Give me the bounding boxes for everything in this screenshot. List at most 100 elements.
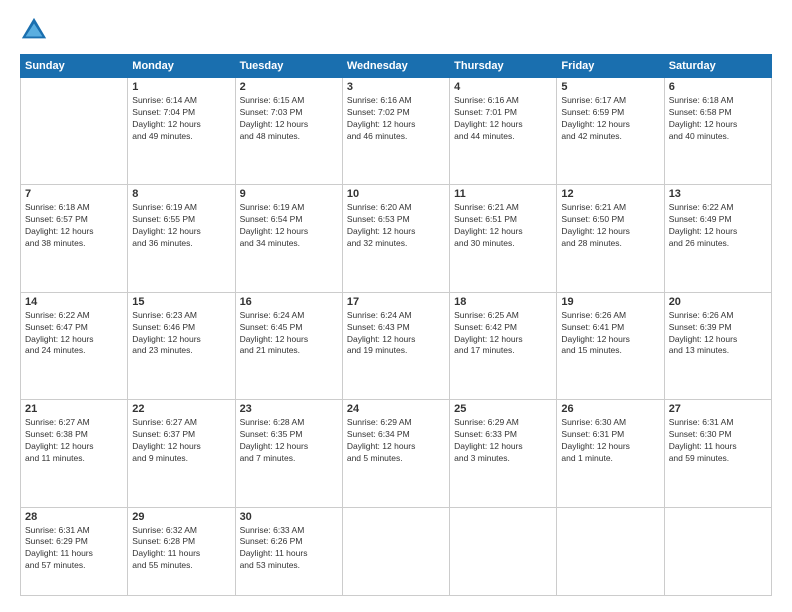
calendar-week-row: 21 Sunrise: 6:27 AM Sunset: 6:38 PM Dayli… bbox=[21, 400, 772, 507]
calendar-cell: 27 Sunrise: 6:31 AM Sunset: 6:30 PM Dayli… bbox=[664, 400, 771, 507]
calendar-cell: 20 Sunrise: 6:26 AM Sunset: 6:39 PM Dayli… bbox=[664, 292, 771, 399]
day-number: 27 bbox=[669, 403, 767, 415]
day-number: 1 bbox=[132, 81, 230, 93]
day-number: 22 bbox=[132, 403, 230, 415]
calendar-cell: 9 Sunrise: 6:19 AM Sunset: 6:54 PM Daylig… bbox=[235, 185, 342, 292]
day-number: 30 bbox=[240, 511, 338, 523]
calendar-cell: 14Sunrise: 6:22 AM Sunset: 6:47 PM Dayli… bbox=[21, 292, 128, 399]
day-number: 18 bbox=[454, 296, 552, 308]
weekday-header: Monday bbox=[128, 55, 235, 78]
calendar-week-row: 7 Sunrise: 6:18 AM Sunset: 6:57 PM Daylig… bbox=[21, 185, 772, 292]
weekday-header-row: SundayMondayTuesdayWednesdayThursdayFrid… bbox=[21, 55, 772, 78]
day-number: 5 bbox=[561, 81, 659, 93]
cell-content: Sunrise: 6:16 AM Sunset: 7:01 PM Dayligh… bbox=[454, 95, 552, 143]
cell-content: Sunrise: 6:16 AM Sunset: 7:02 PM Dayligh… bbox=[347, 95, 445, 143]
cell-content: Sunrise: 6:27 AM Sunset: 6:37 PM Dayligh… bbox=[132, 417, 230, 465]
cell-content: Sunrise: 6:19 AM Sunset: 6:54 PM Dayligh… bbox=[240, 202, 338, 250]
day-number: 21 bbox=[25, 403, 123, 415]
day-number: 9 bbox=[240, 188, 338, 200]
calendar-cell bbox=[664, 507, 771, 596]
calendar-cell bbox=[557, 507, 664, 596]
logo bbox=[20, 16, 52, 44]
calendar-cell: 6Sunrise: 6:18 AM Sunset: 6:58 PM Daylig… bbox=[664, 78, 771, 185]
calendar-cell: 18 Sunrise: 6:25 AM Sunset: 6:42 PM Dayli… bbox=[450, 292, 557, 399]
cell-content: Sunrise: 6:29 AM Sunset: 6:34 PM Dayligh… bbox=[347, 417, 445, 465]
weekday-header: Sunday bbox=[21, 55, 128, 78]
day-number: 13 bbox=[669, 188, 767, 200]
day-number: 7 bbox=[25, 188, 123, 200]
weekday-header: Saturday bbox=[664, 55, 771, 78]
cell-content: Sunrise: 6:14 AM Sunset: 7:04 PM Dayligh… bbox=[132, 95, 230, 143]
weekday-header: Thursday bbox=[450, 55, 557, 78]
cell-content: Sunrise: 6:24 AM Sunset: 6:45 PM Dayligh… bbox=[240, 310, 338, 358]
cell-content: Sunrise: 6:17 AM Sunset: 6:59 PM Dayligh… bbox=[561, 95, 659, 143]
day-number: 15 bbox=[132, 296, 230, 308]
calendar-cell: 11Sunrise: 6:21 AM Sunset: 6:51 PM Dayli… bbox=[450, 185, 557, 292]
cell-content: Sunrise: 6:29 AM Sunset: 6:33 PM Dayligh… bbox=[454, 417, 552, 465]
cell-content: Sunrise: 6:19 AM Sunset: 6:55 PM Dayligh… bbox=[132, 202, 230, 250]
calendar-cell: 22 Sunrise: 6:27 AM Sunset: 6:37 PM Dayli… bbox=[128, 400, 235, 507]
cell-content: Sunrise: 6:21 AM Sunset: 6:50 PM Dayligh… bbox=[561, 202, 659, 250]
calendar-cell: 10Sunrise: 6:20 AM Sunset: 6:53 PM Dayli… bbox=[342, 185, 449, 292]
header bbox=[20, 16, 772, 44]
cell-content: Sunrise: 6:26 AM Sunset: 6:39 PM Dayligh… bbox=[669, 310, 767, 358]
day-number: 19 bbox=[561, 296, 659, 308]
calendar-cell: 26Sunrise: 6:30 AM Sunset: 6:31 PM Dayli… bbox=[557, 400, 664, 507]
calendar-cell: 2 Sunrise: 6:15 AM Sunset: 7:03 PM Daylig… bbox=[235, 78, 342, 185]
calendar-cell: 5 Sunrise: 6:17 AM Sunset: 6:59 PM Daylig… bbox=[557, 78, 664, 185]
calendar-cell: 3 Sunrise: 6:16 AM Sunset: 7:02 PM Daylig… bbox=[342, 78, 449, 185]
calendar-week-row: 28Sunrise: 6:31 AM Sunset: 6:29 PM Dayli… bbox=[21, 507, 772, 596]
weekday-header: Tuesday bbox=[235, 55, 342, 78]
calendar-cell: 25Sunrise: 6:29 AM Sunset: 6:33 PM Dayli… bbox=[450, 400, 557, 507]
cell-content: Sunrise: 6:32 AM Sunset: 6:28 PM Dayligh… bbox=[132, 525, 230, 573]
calendar-cell: 29 Sunrise: 6:32 AM Sunset: 6:28 PM Dayli… bbox=[128, 507, 235, 596]
calendar-cell: 21 Sunrise: 6:27 AM Sunset: 6:38 PM Dayli… bbox=[21, 400, 128, 507]
calendar-cell: 1 Sunrise: 6:14 AM Sunset: 7:04 PM Daylig… bbox=[128, 78, 235, 185]
cell-content: Sunrise: 6:27 AM Sunset: 6:38 PM Dayligh… bbox=[25, 417, 123, 465]
cell-content: Sunrise: 6:31 AM Sunset: 6:29 PM Dayligh… bbox=[25, 525, 123, 573]
day-number: 2 bbox=[240, 81, 338, 93]
day-number: 4 bbox=[454, 81, 552, 93]
calendar-cell bbox=[21, 78, 128, 185]
page: SundayMondayTuesdayWednesdayThursdayFrid… bbox=[0, 0, 792, 612]
calendar-cell: 8 Sunrise: 6:19 AM Sunset: 6:55 PM Daylig… bbox=[128, 185, 235, 292]
calendar-cell: 15 Sunrise: 6:23 AM Sunset: 6:46 PM Dayli… bbox=[128, 292, 235, 399]
calendar-cell: 24Sunrise: 6:29 AM Sunset: 6:34 PM Dayli… bbox=[342, 400, 449, 507]
day-number: 23 bbox=[240, 403, 338, 415]
calendar-cell: 12 Sunrise: 6:21 AM Sunset: 6:50 PM Dayli… bbox=[557, 185, 664, 292]
calendar-cell: 16Sunrise: 6:24 AM Sunset: 6:45 PM Dayli… bbox=[235, 292, 342, 399]
calendar-cell: 17Sunrise: 6:24 AM Sunset: 6:43 PM Dayli… bbox=[342, 292, 449, 399]
logo-icon bbox=[20, 16, 48, 44]
calendar-cell: 23 Sunrise: 6:28 AM Sunset: 6:35 PM Dayli… bbox=[235, 400, 342, 507]
day-number: 20 bbox=[669, 296, 767, 308]
cell-content: Sunrise: 6:18 AM Sunset: 6:57 PM Dayligh… bbox=[25, 202, 123, 250]
day-number: 17 bbox=[347, 296, 445, 308]
day-number: 3 bbox=[347, 81, 445, 93]
day-number: 12 bbox=[561, 188, 659, 200]
cell-content: Sunrise: 6:18 AM Sunset: 6:58 PM Dayligh… bbox=[669, 95, 767, 143]
cell-content: Sunrise: 6:15 AM Sunset: 7:03 PM Dayligh… bbox=[240, 95, 338, 143]
cell-content: Sunrise: 6:23 AM Sunset: 6:46 PM Dayligh… bbox=[132, 310, 230, 358]
cell-content: Sunrise: 6:22 AM Sunset: 6:49 PM Dayligh… bbox=[669, 202, 767, 250]
cell-content: Sunrise: 6:20 AM Sunset: 6:53 PM Dayligh… bbox=[347, 202, 445, 250]
day-number: 29 bbox=[132, 511, 230, 523]
weekday-header: Friday bbox=[557, 55, 664, 78]
day-number: 11 bbox=[454, 188, 552, 200]
calendar-cell: 28Sunrise: 6:31 AM Sunset: 6:29 PM Dayli… bbox=[21, 507, 128, 596]
weekday-header: Wednesday bbox=[342, 55, 449, 78]
calendar-cell bbox=[342, 507, 449, 596]
calendar-cell: 13 Sunrise: 6:22 AM Sunset: 6:49 PM Dayli… bbox=[664, 185, 771, 292]
cell-content: Sunrise: 6:28 AM Sunset: 6:35 PM Dayligh… bbox=[240, 417, 338, 465]
cell-content: Sunrise: 6:26 AM Sunset: 6:41 PM Dayligh… bbox=[561, 310, 659, 358]
calendar-cell: 19 Sunrise: 6:26 AM Sunset: 6:41 PM Dayli… bbox=[557, 292, 664, 399]
cell-content: Sunrise: 6:22 AM Sunset: 6:47 PM Dayligh… bbox=[25, 310, 123, 358]
cell-content: Sunrise: 6:25 AM Sunset: 6:42 PM Dayligh… bbox=[454, 310, 552, 358]
calendar-cell: 4 Sunrise: 6:16 AM Sunset: 7:01 PM Daylig… bbox=[450, 78, 557, 185]
calendar-cell: 30 Sunrise: 6:33 AM Sunset: 6:26 PM Dayli… bbox=[235, 507, 342, 596]
cell-content: Sunrise: 6:31 AM Sunset: 6:30 PM Dayligh… bbox=[669, 417, 767, 465]
cell-content: Sunrise: 6:30 AM Sunset: 6:31 PM Dayligh… bbox=[561, 417, 659, 465]
day-number: 8 bbox=[132, 188, 230, 200]
cell-content: Sunrise: 6:33 AM Sunset: 6:26 PM Dayligh… bbox=[240, 525, 338, 573]
calendar-week-row: 1 Sunrise: 6:14 AM Sunset: 7:04 PM Daylig… bbox=[21, 78, 772, 185]
calendar-table: SundayMondayTuesdayWednesdayThursdayFrid… bbox=[20, 54, 772, 596]
